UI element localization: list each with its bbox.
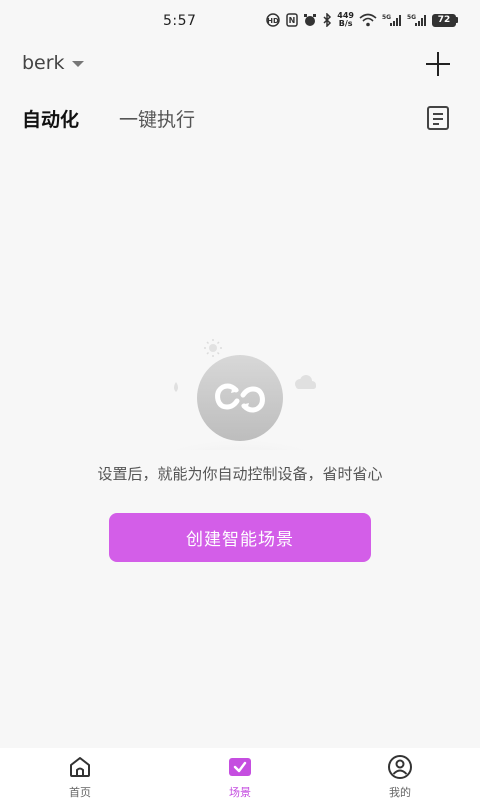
add-button[interactable] bbox=[424, 50, 452, 78]
caret-down-icon bbox=[71, 52, 85, 74]
wifi-icon bbox=[359, 13, 377, 27]
status-icons: HD N 449 B/s 5G 5G 72 bbox=[265, 12, 458, 28]
status-time: 5:57 bbox=[163, 13, 197, 29]
create-scene-button[interactable]: 创建智能场景 bbox=[109, 513, 371, 562]
tab-one-click[interactable]: 一键执行 bbox=[119, 105, 195, 132]
battery-icon: 72 bbox=[432, 13, 458, 27]
svg-text:N: N bbox=[289, 16, 296, 25]
hd-icon: HD bbox=[265, 13, 281, 27]
nav-label-mine: 我的 bbox=[389, 786, 411, 799]
scene-icon bbox=[227, 754, 253, 780]
home-icon bbox=[67, 754, 93, 780]
nfc-icon: N bbox=[286, 13, 299, 27]
empty-state-illustration bbox=[140, 330, 340, 488]
home-name: berk bbox=[22, 52, 65, 74]
net-speed-unit: B/s bbox=[338, 19, 353, 28]
signal-1-icon: 5G bbox=[382, 13, 402, 27]
cloud-icon bbox=[295, 375, 316, 389]
sun-icon bbox=[204, 339, 222, 357]
alarm-icon bbox=[303, 13, 317, 27]
tab-automation[interactable]: 自动化 bbox=[22, 105, 79, 132]
battery-level: 72 bbox=[432, 13, 456, 27]
status-bar: 5:57 HD N 449 B/s 5G 5G 72 bbox=[0, 0, 480, 44]
svg-text:HD: HD bbox=[267, 17, 279, 25]
log-button[interactable] bbox=[424, 104, 452, 132]
nav-item-mine[interactable]: 我的 bbox=[370, 754, 430, 800]
signal-2-label: 5G bbox=[407, 14, 416, 21]
signal-2-icon: 5G bbox=[407, 13, 427, 27]
signal-1-label: 5G bbox=[382, 14, 391, 21]
home-selector[interactable]: berk bbox=[22, 52, 85, 74]
profile-icon bbox=[387, 754, 413, 780]
net-speed: 449 B/s bbox=[337, 12, 354, 28]
empty-state-message: 设置后，就能为你自动控制设备，省时省心 bbox=[97, 465, 383, 483]
bluetooth-icon bbox=[322, 13, 332, 27]
nav-item-home[interactable]: 首页 bbox=[50, 754, 110, 800]
droplet-icon bbox=[174, 382, 178, 392]
bottom-nav: 首页 场景 我的 bbox=[0, 748, 480, 800]
nav-item-scene[interactable]: 场景 bbox=[210, 754, 270, 800]
plus-icon bbox=[426, 52, 450, 76]
nav-label-scene: 场景 bbox=[229, 786, 251, 799]
document-icon bbox=[427, 106, 449, 130]
nav-label-home: 首页 bbox=[69, 786, 91, 799]
